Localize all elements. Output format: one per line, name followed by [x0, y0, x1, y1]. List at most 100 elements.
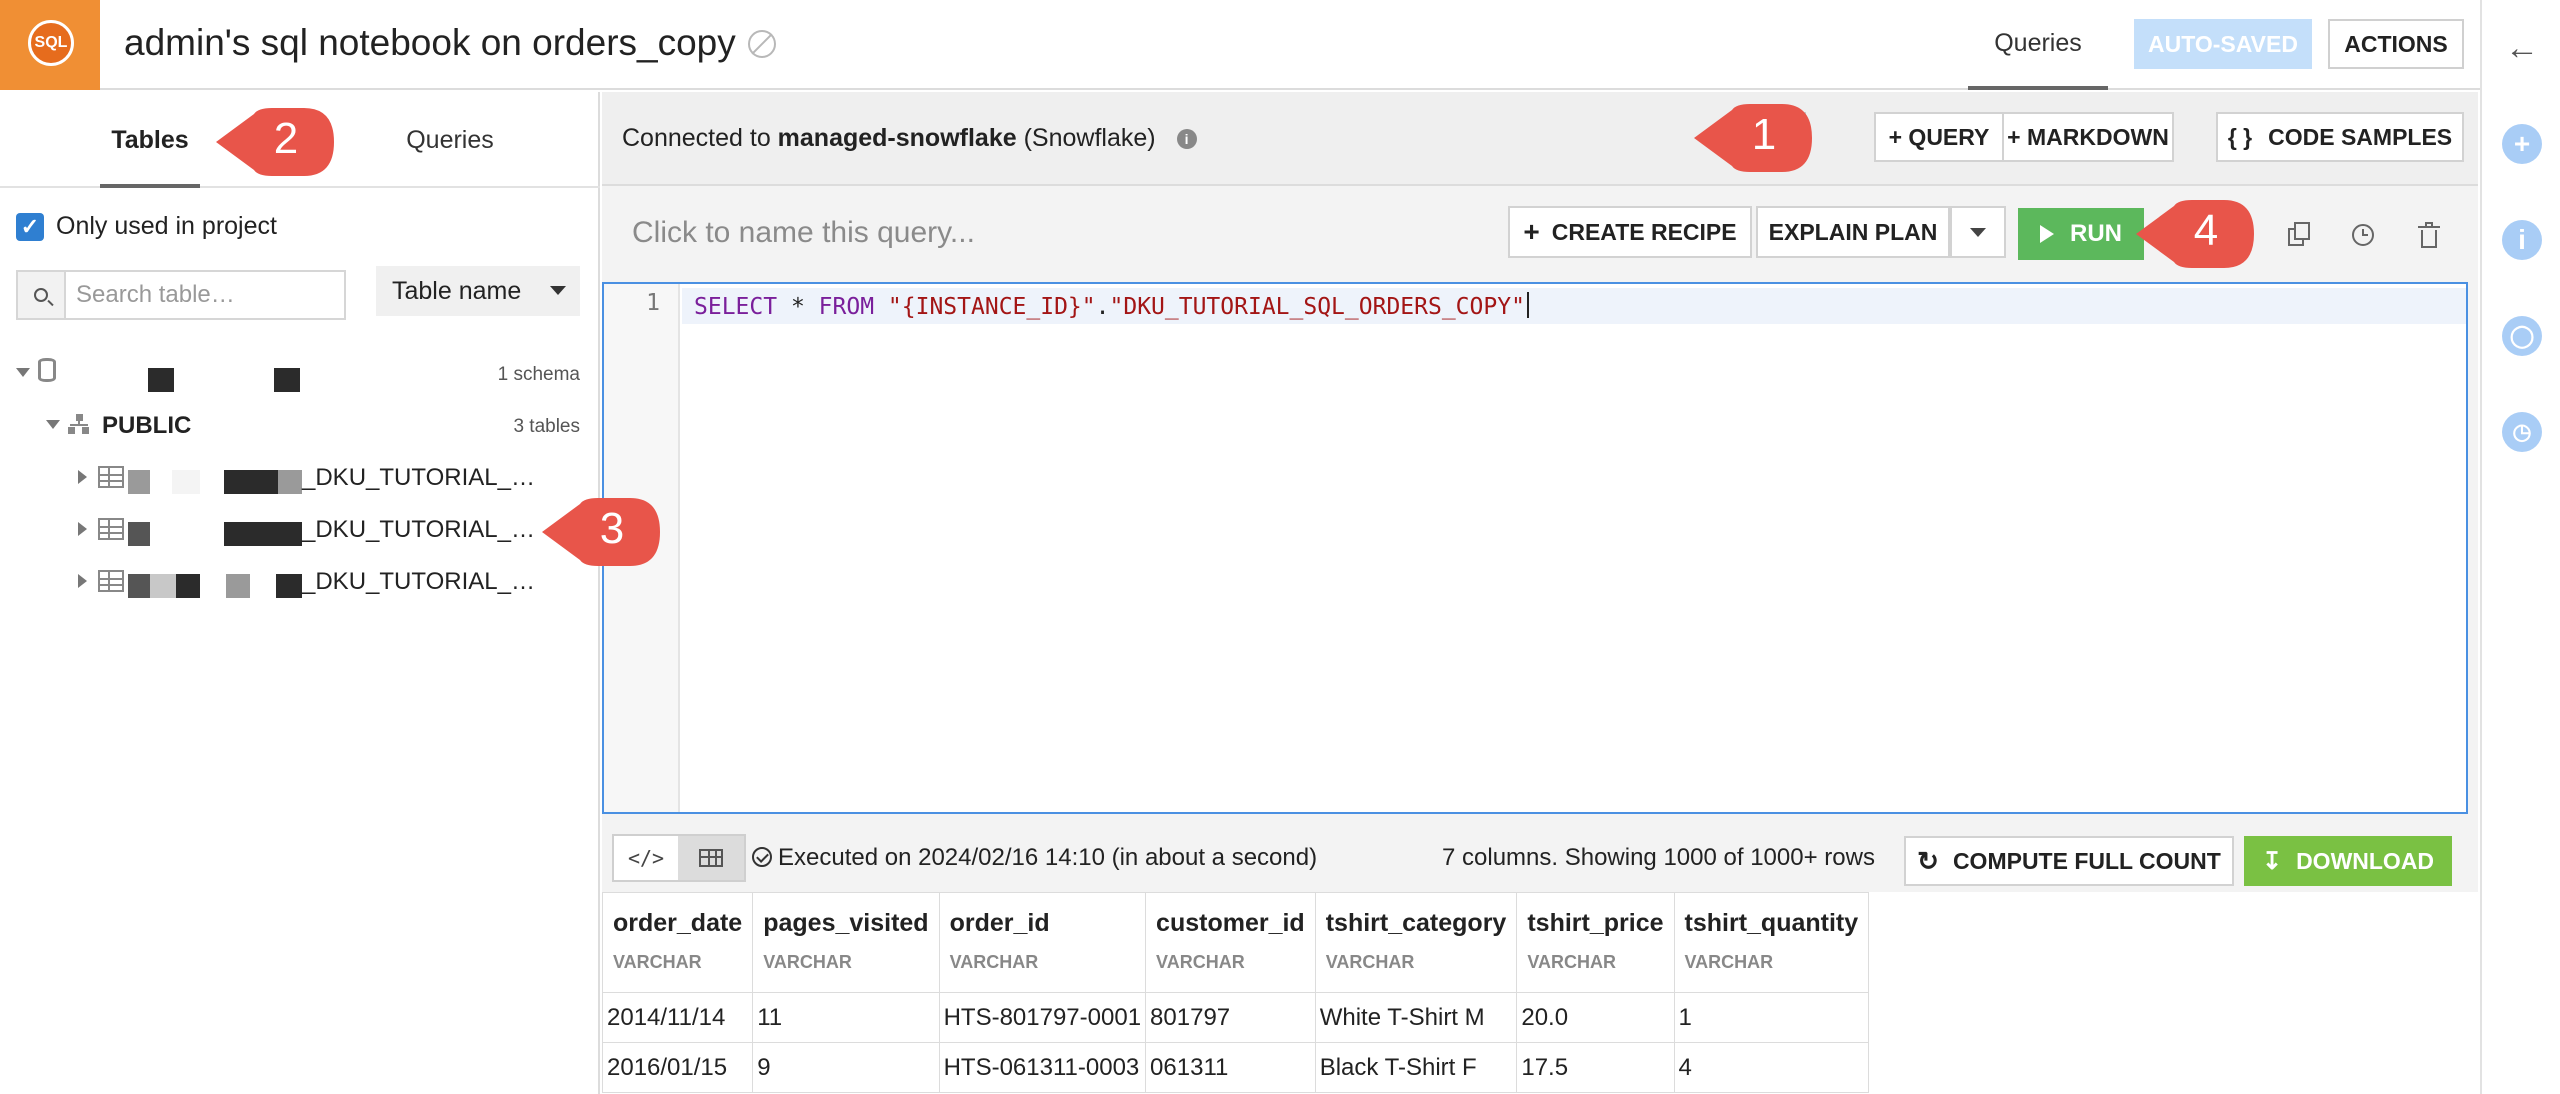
executed-text: Executed on 2024/02/16 14:10 (in about a… — [778, 844, 1318, 871]
column-header[interactable]: tshirt_category VARCHAR — [1314, 892, 1518, 993]
compute-full-count-button[interactable]: ↻ COMPUTE FULL COUNT — [1904, 836, 2234, 886]
grid-view-toggle[interactable] — [678, 836, 744, 880]
info-icon[interactable]: i — [1176, 129, 1197, 149]
tree-table-item[interactable]: _DKU_TUTORIAL_… — [0, 458, 600, 498]
tab-queries-top[interactable]: Queries — [1968, 0, 2108, 90]
actions-button[interactable]: ACTIONS — [2328, 19, 2464, 69]
explain-plan-dropdown[interactable] — [1950, 206, 2006, 258]
schema-icon — [68, 414, 90, 434]
table-cell[interactable]: 2014/11/14 — [601, 992, 754, 1043]
redacted-block — [276, 574, 302, 598]
table-cell[interactable]: HTS-801797-0001 — [938, 992, 1147, 1043]
tab-tables[interactable]: Tables — [100, 92, 200, 188]
only-used-checkbox[interactable]: ✓ — [16, 212, 44, 241]
right-rail: ← + i ◯ ◷ — [2480, 0, 2560, 1094]
table-cell[interactable]: 1 — [1673, 992, 1870, 1043]
plus-icon[interactable]: + — [2502, 124, 2542, 164]
auto-saved-button[interactable]: AUTO-SAVED — [2134, 19, 2312, 69]
sql-editor[interactable]: 1 SELECT * FROM "{INSTANCE_ID}"."DKU_TUT… — [602, 282, 2468, 814]
tree-schema[interactable]: PUBLIC 3 tables — [0, 406, 600, 446]
left-panel: Tables Queries ✓ Only used in project Ta… — [0, 92, 600, 1094]
callout-number: 4 — [2193, 206, 2219, 255]
table-cell[interactable]: White T-Shirt M — [1314, 992, 1518, 1043]
table-cell[interactable]: 801797 — [1145, 992, 1316, 1043]
table-cell[interactable]: 20.0 — [1516, 992, 1675, 1043]
connection-name: managed-snowflake — [777, 124, 1017, 152]
table-icon — [98, 570, 124, 592]
table-cell[interactable]: 4 — [1673, 1042, 1870, 1093]
tree-database[interactable]: 1 schema — [0, 354, 600, 394]
create-recipe-button[interactable]: + CREATE RECIPE — [1508, 206, 1752, 258]
text-cursor — [1526, 292, 1529, 318]
discussion-icon[interactable]: ◯ — [2502, 316, 2542, 356]
code-view-icon[interactable]: </> — [614, 836, 678, 880]
redacted-block — [278, 470, 302, 494]
connection-info: Connected to managed-snowflake (Snowflak… — [622, 124, 1197, 153]
sort-select-value: Table name — [392, 276, 522, 305]
notebook-title[interactable]: admin's sql notebook on orders_copy — [124, 22, 736, 64]
table-cell[interactable]: 9 — [752, 1042, 940, 1093]
tree-table-item[interactable]: _DKU_TUTORIAL_… — [0, 562, 600, 602]
explain-plan-button[interactable]: EXPLAIN PLAN — [1756, 206, 1950, 258]
download-button[interactable]: ↧ DOWNLOAD — [2244, 836, 2452, 886]
info-icon[interactable]: i — [2502, 220, 2542, 260]
top-bar: SQL admin's sql notebook on orders_copy … — [0, 0, 2480, 90]
caret-down-icon — [550, 286, 566, 295]
add-query-button[interactable]: + QUERY — [1874, 112, 2004, 162]
clock-icon[interactable] — [2350, 222, 2376, 248]
callout-number: 1 — [1751, 110, 1777, 159]
callout-4: 4 — [2134, 198, 2256, 270]
caret-right-icon[interactable] — [78, 522, 87, 536]
caret-right-icon[interactable] — [78, 470, 87, 484]
code-samples-button[interactable]: { } CODE SAMPLES — [2216, 112, 2464, 162]
sql-code-line[interactable]: SELECT * FROM "{INSTANCE_ID}"."DKU_TUTOR… — [694, 292, 1529, 320]
caret-right-icon[interactable] — [78, 574, 87, 588]
table-cell[interactable]: 2016/01/15 — [601, 1042, 754, 1093]
unlink-icon[interactable] — [748, 30, 776, 58]
column-header[interactable]: tshirt_quantity VARCHAR — [1673, 892, 1870, 993]
create-recipe-label: CREATE RECIPE — [1551, 218, 1737, 245]
check-circle-icon — [752, 847, 772, 867]
column-header[interactable]: pages_visited VARCHAR — [752, 892, 940, 993]
search-table-input[interactable] — [70, 272, 342, 318]
trash-icon[interactable] — [2416, 222, 2442, 248]
line-number: 1 — [646, 290, 660, 316]
column-type: VARCHAR — [763, 952, 852, 972]
add-markdown-button[interactable]: + MARKDOWN — [2002, 112, 2174, 162]
column-type: VARCHAR — [1156, 952, 1245, 972]
table-cell[interactable]: 17.5 — [1516, 1042, 1675, 1093]
column-name: tshirt_category — [1325, 909, 1507, 937]
only-used-in-project[interactable]: ✓ Only used in project — [16, 212, 277, 241]
sort-select[interactable]: Table name — [376, 266, 580, 316]
column-header[interactable]: customer_id VARCHAR — [1145, 892, 1316, 993]
caret-down-icon[interactable] — [46, 420, 60, 429]
compute-label: COMPUTE FULL COUNT — [1952, 847, 2221, 874]
table-cell[interactable]: 11 — [752, 992, 940, 1043]
connection-bar: Connected to managed-snowflake (Snowflak… — [602, 92, 2478, 186]
column-header[interactable]: order_id VARCHAR — [938, 892, 1147, 993]
column-type: VARCHAR — [613, 952, 702, 972]
download-icon: ↧ — [2261, 847, 2283, 875]
column-name: tshirt_quantity — [1684, 909, 1859, 937]
search-icon — [18, 272, 66, 318]
column-header[interactable]: order_date VARCHAR — [601, 892, 754, 993]
table-cell[interactable]: HTS-061311-0003 — [938, 1042, 1147, 1093]
schema-name: PUBLIC — [102, 412, 192, 439]
sql-logo[interactable]: SQL — [0, 0, 100, 90]
connection-type: (Snowflake) — [1023, 124, 1156, 152]
caret-down-icon[interactable] — [16, 368, 30, 377]
copy-icon[interactable] — [2286, 222, 2312, 248]
table-cell[interactable]: 061311 — [1145, 1042, 1316, 1093]
results-table: order_date VARCHAR pages_visited VARCHAR o… — [601, 892, 1870, 1093]
column-header[interactable]: tshirt_price VARCHAR — [1516, 892, 1675, 993]
search-table — [16, 270, 346, 320]
sql-keyword: SELECT — [694, 294, 778, 320]
redacted-block — [274, 368, 300, 392]
arrow-left-icon[interactable]: ← — [2502, 28, 2542, 68]
history-icon[interactable]: ◷ — [2502, 412, 2542, 452]
tab-queries[interactable]: Queries — [380, 92, 520, 188]
tree-table-item[interactable]: _DKU_TUTORIAL_… — [0, 510, 600, 550]
query-name-input[interactable]: Click to name this query... — [632, 216, 975, 250]
run-button[interactable]: RUN — [2018, 208, 2144, 260]
table-cell[interactable]: Black T-Shirt F — [1314, 1042, 1518, 1093]
